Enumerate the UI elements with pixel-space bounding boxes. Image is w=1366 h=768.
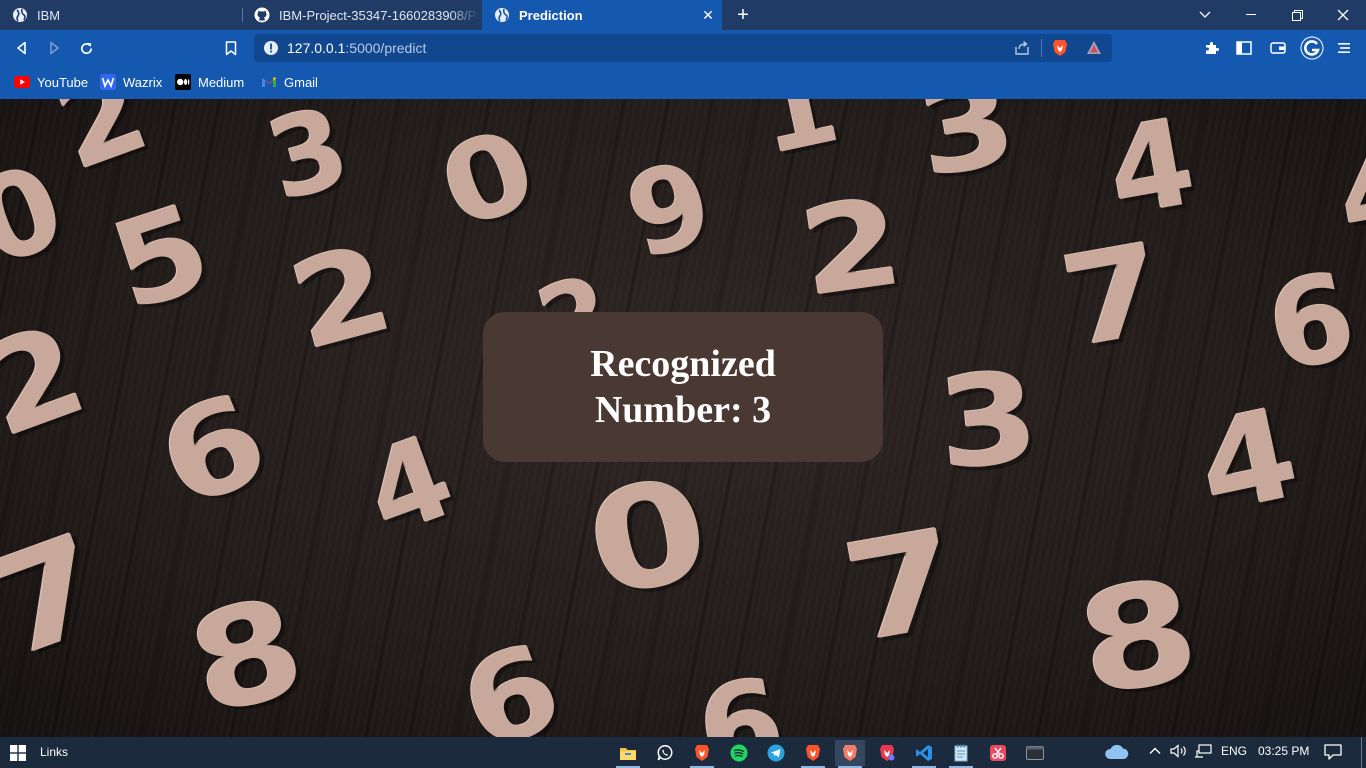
url-text: 127.0.0.1:5000/predict xyxy=(287,40,426,56)
background-digit: 3 xyxy=(254,99,362,226)
background-digit: 6 xyxy=(1256,246,1366,401)
sidebar-icon[interactable] xyxy=(1234,38,1254,58)
address-bar-divider xyxy=(1041,39,1042,57)
background-digit: 7 xyxy=(0,503,127,690)
profile-avatar[interactable] xyxy=(1300,36,1324,60)
volume-icon[interactable] xyxy=(1170,744,1188,761)
brave-icon[interactable] xyxy=(798,740,828,768)
terminal-icon[interactable] xyxy=(1020,740,1050,766)
tab-search-chevron-icon[interactable] xyxy=(1182,0,1228,30)
address-bar[interactable]: 127.0.0.1:5000/predict xyxy=(254,34,1112,62)
background-digit: 2 xyxy=(38,99,165,199)
background-digit: 2 xyxy=(0,297,104,466)
bookmark-label: Wazrix xyxy=(123,74,163,90)
spotify-icon[interactable] xyxy=(724,740,754,766)
background-digit: 0 xyxy=(574,446,723,631)
bookmark-medium[interactable]: Medium xyxy=(175,72,244,92)
background-digit: 0 xyxy=(0,139,81,293)
prediction-result-card: Recognized Number: 3 xyxy=(483,312,883,462)
show-desktop-button[interactable] xyxy=(1361,737,1362,768)
onedrive-icon[interactable] xyxy=(1104,743,1130,764)
url-path: :5000/predict xyxy=(345,40,427,56)
background-digit: 4 xyxy=(349,409,471,563)
forward-button[interactable] xyxy=(44,38,64,58)
bookmark-youtube[interactable]: YouTube xyxy=(14,72,88,92)
wallet-icon[interactable] xyxy=(1268,38,1288,58)
background-digit: 6 xyxy=(688,652,795,737)
background-digit: 2 xyxy=(277,218,406,379)
background-digit: 8 xyxy=(174,566,320,737)
bookmark-label: YouTube xyxy=(37,74,89,90)
bookmarks-bar: YouTube Wazrix Medium Gmail xyxy=(0,66,1366,99)
background-digit: 1 xyxy=(747,99,850,180)
background-digit: 3 xyxy=(932,344,1045,499)
tab-prediction[interactable]: Prediction ✕ xyxy=(482,0,722,30)
background-digit: 8 xyxy=(1066,548,1211,729)
tab-github-project[interactable]: IBM-Project-35347-1660283908/Proje xyxy=(242,0,482,30)
globe-icon xyxy=(494,7,510,23)
bookmark-wazrix[interactable]: Wazrix xyxy=(100,72,162,92)
wazirx-icon xyxy=(100,74,116,90)
new-tab-button[interactable]: + xyxy=(733,5,753,25)
brave-shields-icon[interactable] xyxy=(1052,39,1068,57)
menu-icon[interactable] xyxy=(1334,38,1354,58)
vscode-icon[interactable] xyxy=(909,740,939,768)
share-icon[interactable] xyxy=(1014,40,1030,56)
notifications-icon[interactable] xyxy=(1324,744,1342,763)
github-icon xyxy=(254,7,270,23)
background-digit: 3 xyxy=(907,99,1027,206)
background-digit: 7 xyxy=(1051,216,1176,377)
background-digit: 6 xyxy=(139,365,288,538)
background-digit: 4 xyxy=(1098,99,1205,245)
reload-button[interactable] xyxy=(76,38,96,58)
network-icon[interactable] xyxy=(1194,744,1212,761)
restore-button[interactable] xyxy=(1274,0,1320,30)
language-indicator[interactable]: ENG xyxy=(1221,744,1247,758)
medium-icon xyxy=(175,74,191,90)
minimize-button[interactable] xyxy=(1228,0,1274,30)
close-tab-icon[interactable]: ✕ xyxy=(700,7,716,23)
bookmark-gmail[interactable]: Gmail xyxy=(261,72,318,92)
brave-rewards-icon[interactable] xyxy=(1086,40,1102,56)
background-digit: 0 xyxy=(425,103,552,255)
bookmark-label: Medium xyxy=(198,74,245,90)
tab-ibm[interactable]: IBM xyxy=(0,0,242,30)
show-hidden-icons-chevron-icon[interactable] xyxy=(1148,744,1162,761)
tab-label: IBM xyxy=(37,7,61,23)
recognized-number-text: Recognized Number: 3 xyxy=(590,343,776,431)
whatsapp-icon[interactable] xyxy=(650,740,680,766)
globe-icon xyxy=(12,7,28,23)
links-toolbar-label[interactable]: Links xyxy=(40,745,68,759)
telegram-icon[interactable] xyxy=(761,740,791,766)
windows-start-icon[interactable] xyxy=(10,745,26,761)
background-digit: 2 xyxy=(792,172,911,325)
brave-nightly-icon[interactable] xyxy=(872,740,902,766)
extensions-icon[interactable] xyxy=(1202,38,1222,58)
gmail-icon xyxy=(261,74,277,90)
background-digit: 6 xyxy=(444,617,579,737)
background-digit: 4 xyxy=(1186,380,1311,543)
url-host: 127.0.0.1 xyxy=(287,40,346,56)
brave-beta-icon[interactable] xyxy=(835,740,865,768)
back-button[interactable] xyxy=(12,38,32,58)
tab-strip: IBM IBM-Project-35347-1660283908/Proje P… xyxy=(0,0,1366,30)
background-digit: 7 xyxy=(832,499,972,674)
bookmark-label: Gmail xyxy=(284,74,318,90)
tab-label: IBM-Project-35347-1660283908/Proje xyxy=(279,7,479,23)
file-explorer-icon[interactable] xyxy=(613,740,643,768)
snipping-icon[interactable] xyxy=(983,740,1013,766)
background-digit: 4 xyxy=(1329,124,1366,264)
navigation-toolbar: 127.0.0.1:5000/predict xyxy=(0,30,1366,66)
notepad-icon[interactable] xyxy=(946,740,976,768)
clock-time[interactable]: 03:25 PM xyxy=(1258,744,1309,758)
tab-label: Prediction xyxy=(519,7,583,23)
brave-icon[interactable] xyxy=(687,740,717,768)
background-digit: 9 xyxy=(613,135,726,287)
close-window-button[interactable] xyxy=(1320,0,1366,30)
youtube-icon xyxy=(14,74,30,90)
bookmark-icon[interactable] xyxy=(221,38,241,58)
background-digit: 5 xyxy=(96,178,227,339)
windows-taskbar: Links ENG 03:25 PM xyxy=(0,737,1366,768)
site-info-icon[interactable] xyxy=(263,40,279,56)
